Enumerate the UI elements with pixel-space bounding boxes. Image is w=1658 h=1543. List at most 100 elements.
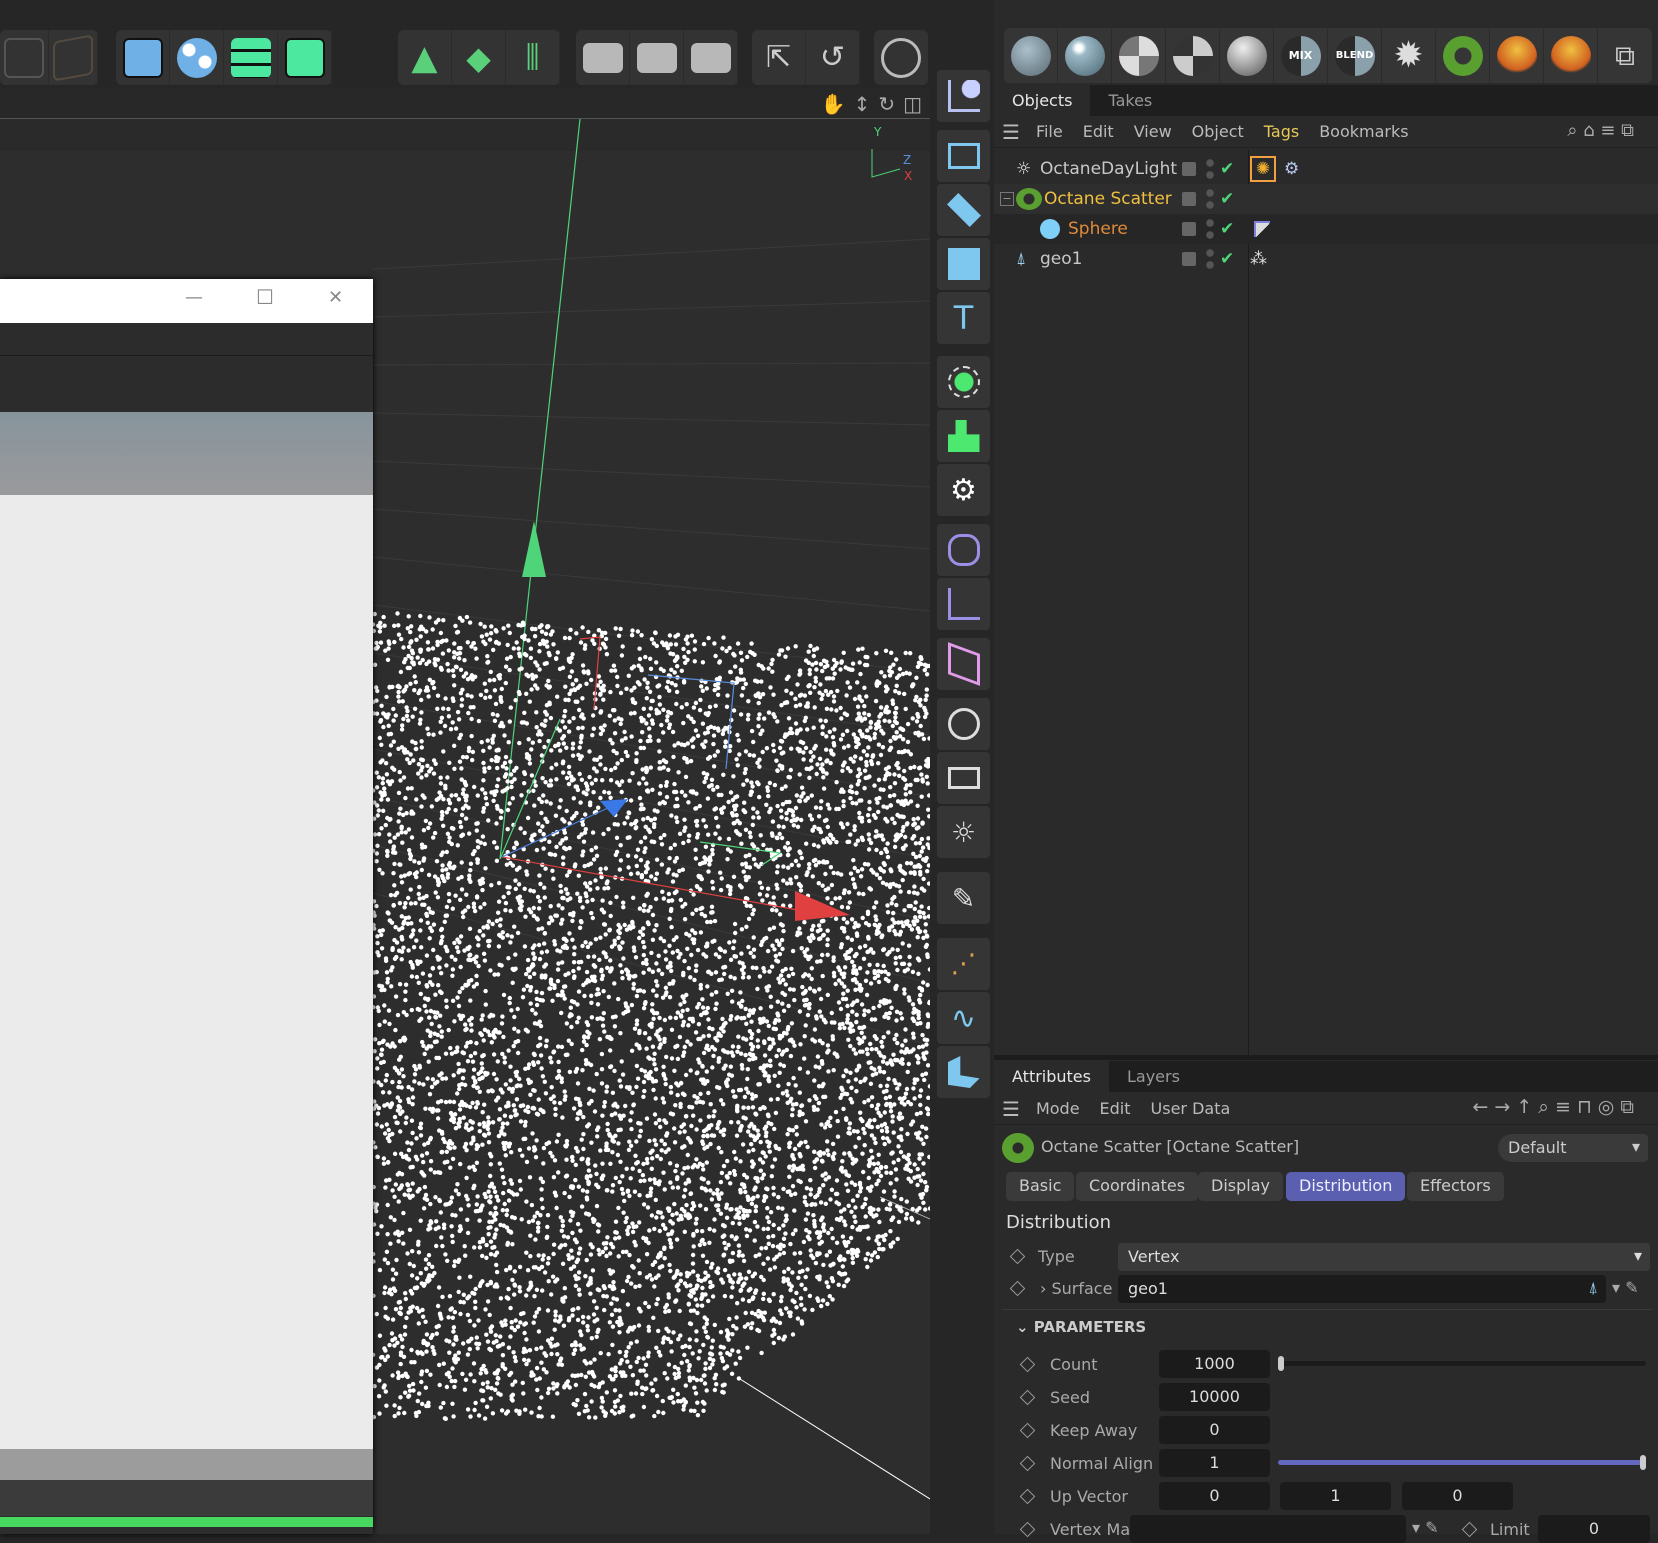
scatter-point xyxy=(503,664,509,669)
mirror-icon[interactable] xyxy=(0,30,49,85)
scatter-point xyxy=(494,1194,499,1199)
scatter-point xyxy=(841,1106,846,1112)
scatter-point xyxy=(699,1377,704,1383)
scatter-point xyxy=(641,1356,646,1361)
scatter-point xyxy=(491,798,496,803)
rotate-axis-icon[interactable]: ↺ xyxy=(806,30,860,85)
scatter-point xyxy=(528,1092,533,1097)
scatter-point xyxy=(378,719,383,724)
scatter-point xyxy=(912,906,917,912)
octane-settings-icon[interactable] xyxy=(116,30,170,85)
scatter-point xyxy=(912,1096,917,1101)
scatter-point xyxy=(706,1033,712,1038)
scatter-point xyxy=(750,784,755,789)
scatter-point xyxy=(776,1335,782,1341)
scatter-point xyxy=(530,740,535,745)
scatter-point xyxy=(579,733,584,738)
scatter-point xyxy=(627,973,632,979)
rotate-icon[interactable]: ↻ xyxy=(878,92,895,116)
scatter-point xyxy=(701,1050,707,1056)
scatter-point xyxy=(537,873,542,878)
move-axis-icon[interactable]: ⇱ xyxy=(752,30,806,85)
spline-icon[interactable] xyxy=(278,30,332,85)
scatter-point xyxy=(506,1048,511,1053)
scatter-point xyxy=(480,1381,486,1387)
scatter-point xyxy=(374,785,380,790)
scatter-point xyxy=(810,1307,815,1313)
scatter-point xyxy=(882,1121,888,1127)
scatter-point xyxy=(440,934,445,939)
scatter-point xyxy=(494,1269,500,1275)
scatter-point xyxy=(634,863,639,869)
scatter-point xyxy=(596,1125,601,1130)
scatter-point xyxy=(644,696,649,701)
scatter-point xyxy=(772,1126,777,1132)
scatter-point xyxy=(625,815,630,820)
pan-hand-icon[interactable]: ✋ xyxy=(821,92,846,116)
scatter-point xyxy=(698,1091,703,1097)
scatter-point xyxy=(390,1188,395,1193)
scatter-point xyxy=(703,1366,708,1372)
list-icon[interactable] xyxy=(224,30,278,85)
scatter-point xyxy=(722,1240,727,1246)
scatter-point xyxy=(520,995,526,1000)
scatter-point xyxy=(586,1415,592,1420)
box-icon[interactable] xyxy=(49,30,98,85)
scatter-point xyxy=(439,1235,444,1240)
scatter-point xyxy=(584,1195,589,1200)
scatter-point xyxy=(417,1391,422,1396)
scatter-point xyxy=(898,929,903,934)
scatter-point xyxy=(382,1131,388,1136)
scatter-point xyxy=(892,920,897,925)
scatter-point xyxy=(608,795,613,800)
scatter-point xyxy=(807,683,812,688)
scatter-point xyxy=(620,1174,625,1179)
scatter-point xyxy=(867,1118,873,1123)
scatter-point xyxy=(472,784,477,790)
symmetry-icon[interactable]: ⫼ xyxy=(506,30,560,85)
scatter-point xyxy=(872,1250,878,1255)
render-play-icon[interactable] xyxy=(630,30,684,85)
triangle-icon[interactable]: ▲ xyxy=(398,30,452,85)
scatter-point xyxy=(751,947,757,952)
scatter-point xyxy=(464,614,470,620)
scatter-point xyxy=(583,1274,588,1279)
scatter-point xyxy=(532,803,537,808)
scatter-point xyxy=(672,1068,677,1073)
scatter-point xyxy=(547,684,552,689)
scatter-point xyxy=(797,1009,803,1014)
scatter-point xyxy=(627,1326,632,1332)
scatter-point xyxy=(421,1082,426,1087)
scatter-point xyxy=(757,1082,762,1087)
scatter-point xyxy=(824,1253,829,1258)
render-settings-icon[interactable] xyxy=(684,30,738,85)
scatter-point xyxy=(815,1107,820,1112)
scatter-point xyxy=(761,1277,766,1283)
scatter-point xyxy=(444,849,449,855)
scatter-point xyxy=(620,1072,626,1077)
scatter-point xyxy=(586,629,591,635)
layers-icon[interactable]: ◆ xyxy=(452,30,506,85)
scatter-point xyxy=(649,1277,655,1282)
scatter-point xyxy=(537,1266,542,1272)
scatter-point xyxy=(410,1381,416,1387)
scatter-icon[interactable] xyxy=(170,30,224,85)
scatter-point xyxy=(449,825,455,831)
scatter-point xyxy=(834,661,839,666)
maximize-icon[interactable]: ◫ xyxy=(903,92,922,116)
lens-icon[interactable] xyxy=(874,30,928,85)
scatter-point xyxy=(644,1046,649,1051)
scatter-point xyxy=(384,694,389,700)
scatter-point xyxy=(437,965,442,970)
scatter-point xyxy=(390,1373,395,1378)
scatter-point xyxy=(887,793,893,799)
scatter-point xyxy=(818,1150,823,1155)
scatter-point xyxy=(906,749,911,754)
scatter-point xyxy=(868,720,874,725)
clapper-icon[interactable] xyxy=(576,30,630,85)
dolly-icon[interactable]: ↕ xyxy=(854,92,871,116)
scatter-point xyxy=(513,698,518,703)
scatter-point xyxy=(751,857,757,862)
scatter-point xyxy=(404,1115,409,1120)
scatter-point xyxy=(399,914,404,919)
